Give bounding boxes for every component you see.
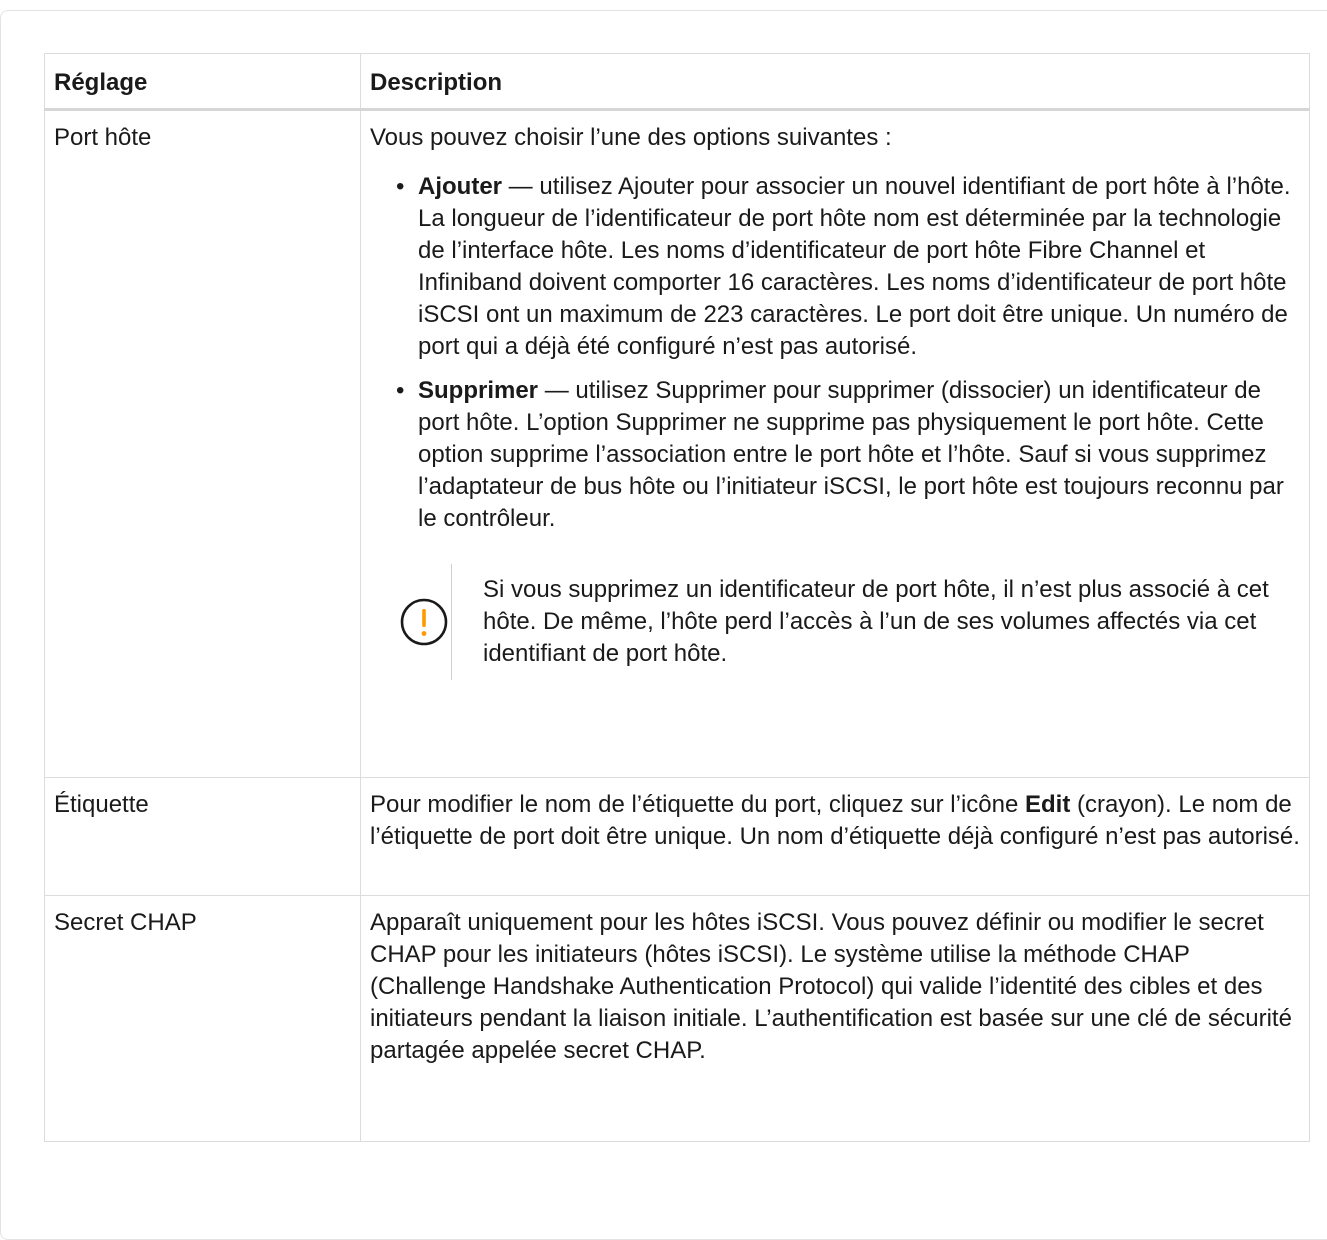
option-text: utilisez Ajouter pour associer un nouvel…: [418, 173, 1291, 360]
option-term: Ajouter: [418, 173, 502, 200]
settings-table: Réglage Description Port hôte Vous pouve…: [44, 53, 1310, 1142]
header-description: Description: [360, 53, 1310, 111]
table-row-secret-chap: Secret CHAP Apparaît uniquement pour les…: [44, 895, 1310, 1142]
description-cell: Vous pouvez choisir l’une des options su…: [360, 109, 1310, 778]
option-dash: —: [502, 173, 540, 200]
content-panel: Réglage Description Port hôte Vous pouve…: [0, 10, 1327, 1240]
options-list: Ajouter — utilisez Ajouter pour associer…: [370, 171, 1307, 535]
table-header: Réglage Description: [44, 53, 1310, 111]
warning-note: Si vous supprimez un identificateur de p…: [399, 564, 1307, 680]
table-row-etiquette: Étiquette Pour modifier le nom de l’étiq…: [44, 777, 1310, 896]
setting-cell: Secret CHAP: [44, 895, 361, 1142]
header-setting: Réglage: [44, 53, 361, 111]
options-intro: Vous pouvez choisir l’une des options su…: [370, 124, 892, 151]
header-row: Réglage Description: [44, 53, 1310, 111]
option-dash: —: [538, 377, 576, 404]
description-cell: Pour modifier le nom de l’étiquette du p…: [360, 777, 1310, 896]
option-term: Supprimer: [418, 377, 539, 404]
note-icon-container: [399, 597, 451, 647]
setting-cell: Port hôte: [44, 109, 361, 778]
description-text: Pour modifier le nom de l’étiquette du p…: [370, 791, 1026, 818]
edit-term: Edit: [1025, 791, 1071, 818]
note-text: Si vous supprimez un identificateur de p…: [451, 564, 1307, 680]
description-cell: Apparaît uniquement pour les hôtes iSCSI…: [360, 895, 1310, 1142]
warning-circle-icon: [400, 598, 448, 646]
table-row-port-hote: Port hôte Vous pouvez choisir l’une des …: [44, 109, 1310, 778]
setting-cell: Étiquette: [44, 777, 361, 896]
list-item-ajouter: Ajouter — utilisez Ajouter pour associer…: [396, 171, 1307, 363]
list-item-supprimer: Supprimer — utilisez Supprimer pour supp…: [396, 375, 1307, 535]
